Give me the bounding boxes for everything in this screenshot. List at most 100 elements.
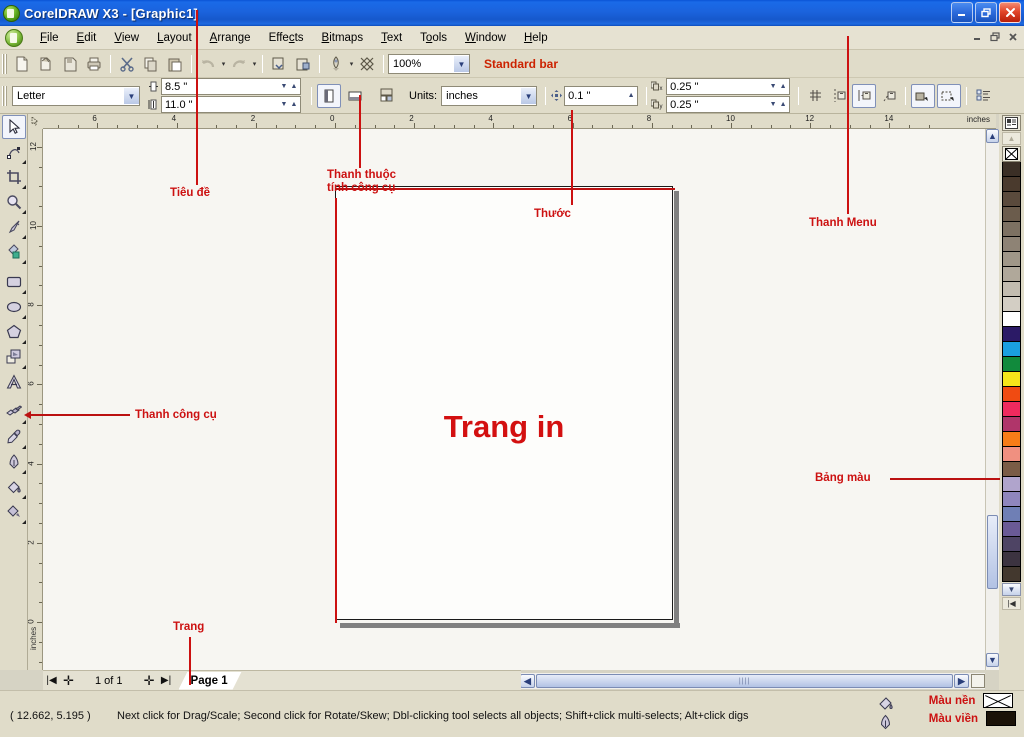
palette-swatch[interactable]: [1002, 447, 1021, 462]
duplicate-y-input[interactable]: 0.25 " ▼ ▲: [666, 96, 791, 113]
import-icon[interactable]: [268, 53, 290, 75]
palette-swatch[interactable]: [1002, 357, 1021, 372]
vertical-ruler[interactable]: 121086420: [28, 129, 43, 670]
spin-up-icon[interactable]: ▲: [289, 101, 299, 108]
palette-swatch[interactable]: [1002, 462, 1021, 477]
save-disk-icon[interactable]: [59, 53, 81, 75]
treat-as-filled-icon[interactable]: [911, 83, 936, 108]
palette-swatch[interactable]: [1002, 387, 1021, 402]
paper-width-input[interactable]: 8.5 " ▼ ▲: [161, 78, 301, 95]
document-control-icon[interactable]: [5, 28, 23, 47]
expand-palette-icon[interactable]: |◀: [1002, 597, 1021, 610]
minimize-button[interactable]: [951, 2, 973, 23]
palette-swatch[interactable]: [1002, 402, 1021, 417]
redo-arrow-icon[interactable]: [228, 53, 250, 75]
zoom-level-combo[interactable]: 100% ▼: [388, 53, 470, 74]
options-list-icon[interactable]: [972, 85, 994, 107]
palette-swatch[interactable]: [1002, 177, 1021, 192]
spin-up-icon[interactable]: ▲: [289, 83, 299, 90]
chevron-down-icon[interactable]: ▼: [123, 87, 139, 104]
snap-object-icon[interactable]: [852, 83, 877, 108]
first-page-icon[interactable]: |◀: [43, 675, 60, 686]
drawing-canvas[interactable]: Trang in: [43, 129, 985, 670]
fill-color-icon[interactable]: [877, 695, 894, 712]
menu-item-edit[interactable]: Edit: [68, 29, 106, 47]
menu-item-view[interactable]: View: [105, 29, 148, 47]
duplicate-x-input[interactable]: 0.25 " ▼ ▲: [666, 78, 791, 95]
child-close-button[interactable]: [1005, 29, 1021, 44]
flyout-arrow-icon[interactable]: [21, 210, 26, 214]
palette-swatch[interactable]: [1002, 342, 1021, 357]
menu-item-layout[interactable]: Layout: [148, 29, 201, 47]
palette-swatch[interactable]: [1002, 162, 1021, 177]
menu-item-bitmaps[interactable]: Bitmaps: [313, 29, 373, 47]
scroll-down-icon[interactable]: ▼: [986, 653, 999, 667]
ellipse-tool[interactable]: [2, 295, 26, 319]
flyout-arrow-icon[interactable]: [21, 520, 26, 524]
palette-swatch[interactable]: [1002, 192, 1021, 207]
palette-swatch[interactable]: [1002, 477, 1021, 492]
undo-dropdown-arrow-icon[interactable]: ▾: [220, 60, 227, 68]
paper-type-combo[interactable]: Letter ▼: [12, 85, 140, 106]
menu-item-effects[interactable]: Effects: [260, 29, 313, 47]
outline-tool[interactable]: [2, 450, 26, 474]
shape-tool[interactable]: [2, 140, 26, 164]
palette-swatch[interactable]: [1002, 372, 1021, 387]
close-button[interactable]: [999, 2, 1021, 23]
toolbar-grip[interactable]: [2, 85, 7, 106]
flyout-arrow-icon[interactable]: [21, 340, 26, 344]
flyout-arrow-icon[interactable]: [21, 290, 26, 294]
polygon-tool[interactable]: [2, 320, 26, 344]
flyout-arrow-icon[interactable]: [21, 445, 26, 449]
snap-grid-icon[interactable]: [804, 85, 826, 107]
add-page-before-icon[interactable]: ✛: [60, 673, 77, 689]
paste-icon[interactable]: [164, 53, 186, 75]
spin-down-icon[interactable]: ▼: [768, 101, 778, 108]
fill-color-swatch[interactable]: [983, 693, 1014, 708]
menu-item-window[interactable]: Window: [456, 29, 515, 47]
portrait-icon[interactable]: [317, 83, 341, 108]
chevron-down-icon[interactable]: ▼: [520, 87, 537, 104]
palette-swatch[interactable]: [1002, 222, 1021, 237]
new-document-icon[interactable]: [11, 53, 33, 75]
landscape-icon[interactable]: [343, 84, 367, 108]
palette-options-icon[interactable]: [1002, 115, 1021, 131]
add-page-after-icon[interactable]: ✛: [141, 673, 158, 689]
palette-swatch[interactable]: [1002, 297, 1021, 312]
crop-tool[interactable]: [2, 165, 26, 189]
scroll-down-icon[interactable]: ▼: [1002, 583, 1021, 596]
palette-swatch[interactable]: [1002, 327, 1021, 342]
child-minimize-button[interactable]: [969, 29, 985, 44]
palette-swatch[interactable]: [1002, 312, 1021, 327]
text-tool[interactable]: [2, 370, 26, 394]
smart-fill-tool[interactable]: [2, 240, 26, 264]
child-restore-button[interactable]: [987, 29, 1003, 44]
blend-tool[interactable]: [2, 400, 26, 424]
vertical-scrollbar[interactable]: ▲ ▼: [985, 129, 999, 670]
export-icon[interactable]: [292, 53, 314, 75]
menu-item-file[interactable]: File: [31, 29, 68, 47]
rectangle-tool[interactable]: [2, 270, 26, 294]
flyout-arrow-icon[interactable]: [21, 315, 26, 319]
flyout-arrow-icon[interactable]: [21, 235, 26, 239]
palette-swatch[interactable]: [1002, 237, 1021, 252]
chevron-down-icon[interactable]: ▼: [453, 55, 469, 72]
no-color-icon[interactable]: [1002, 146, 1021, 162]
palette-swatch[interactable]: [1002, 267, 1021, 282]
palette-swatch[interactable]: [1002, 252, 1021, 267]
toolbar-grip[interactable]: [2, 53, 7, 74]
palette-swatch[interactable]: [1002, 522, 1021, 537]
scroll-left-icon[interactable]: ◀: [520, 674, 535, 688]
scroll-up-icon[interactable]: ▲: [1002, 132, 1021, 145]
printable-page[interactable]: Trang in: [335, 186, 680, 628]
nudge-offset-input[interactable]: 0.1 " ▲: [564, 85, 639, 106]
page-setup-icon[interactable]: [374, 84, 398, 108]
palette-swatch[interactable]: [1002, 432, 1021, 447]
scissors-icon[interactable]: [116, 53, 138, 75]
dynamic-guides-icon[interactable]: [878, 85, 900, 107]
spin-down-icon[interactable]: ▼: [279, 83, 289, 90]
units-combo[interactable]: inches ▼: [441, 85, 538, 106]
scroll-right-icon[interactable]: ▶: [954, 674, 969, 688]
flyout-arrow-icon[interactable]: [21, 160, 26, 164]
fill-tool[interactable]: [2, 475, 26, 499]
